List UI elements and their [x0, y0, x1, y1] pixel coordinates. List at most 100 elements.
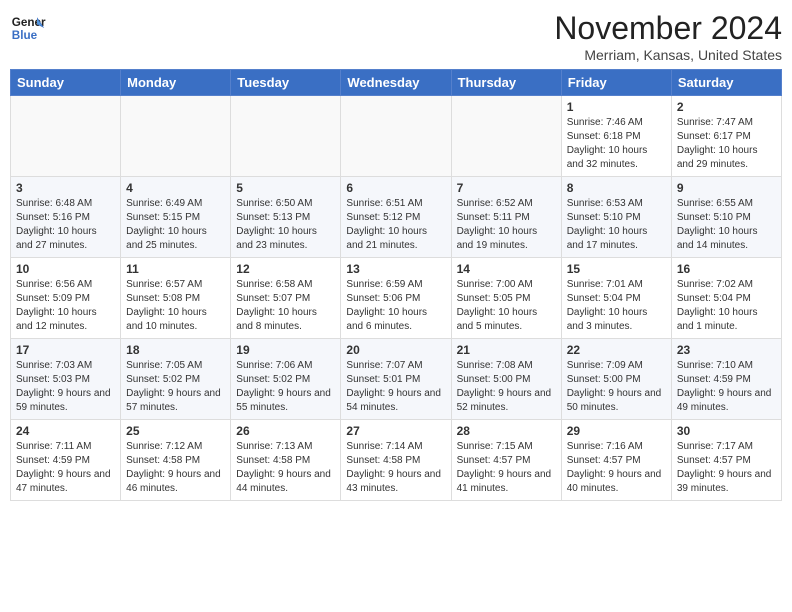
day-cell: 3 Sunrise: 6:48 AM Sunset: 5:16 PM Daylig…	[11, 177, 121, 258]
day-number: 9	[677, 181, 776, 195]
day-info: Sunrise: 7:12 AM Sunset: 4:58 PM Dayligh…	[126, 440, 225, 496]
day-number: 11	[126, 262, 225, 276]
day-number: 20	[346, 343, 445, 357]
day-info: Sunrise: 7:09 AM Sunset: 5:00 PM Dayligh…	[567, 359, 666, 415]
day-number: 23	[677, 343, 776, 357]
week-row-2: 3 Sunrise: 6:48 AM Sunset: 5:16 PM Daylig…	[11, 177, 782, 258]
page-header: General Blue November 2024 Merriam, Kans…	[10, 10, 782, 63]
day-number: 30	[677, 424, 776, 438]
day-info: Sunrise: 7:11 AM Sunset: 4:59 PM Dayligh…	[16, 440, 115, 496]
day-number: 19	[236, 343, 335, 357]
day-number: 27	[346, 424, 445, 438]
day-info: Sunrise: 7:07 AM Sunset: 5:01 PM Dayligh…	[346, 359, 445, 415]
day-cell: 10Sunrise: 6:56 AM Sunset: 5:09 PM Dayli…	[11, 258, 121, 339]
day-info: Sunrise: 7:15 AM Sunset: 4:57 PM Dayligh…	[457, 440, 556, 496]
calendar-body: 1Sunrise: 7:46 AM Sunset: 6:18 PM Daylig…	[11, 96, 782, 501]
day-info: Sunrise: 6:58 AM Sunset: 5:07 PM Dayligh…	[236, 278, 335, 334]
day-cell: 26 Sunrise: 7:13 AM Sunset: 4:58 PM Dayli…	[231, 420, 341, 501]
day-cell: 17Sunrise: 7:03 AM Sunset: 5:03 PM Dayli…	[11, 339, 121, 420]
day-info: Sunrise: 6:59 AM Sunset: 5:06 PM Dayligh…	[346, 278, 445, 334]
day-cell: 30Sunrise: 7:17 AM Sunset: 4:57 PM Dayli…	[671, 420, 781, 501]
day-number: 22	[567, 343, 666, 357]
weekday-header-monday: Monday	[121, 70, 231, 96]
weekday-header-friday: Friday	[561, 70, 671, 96]
day-number: 3	[16, 181, 115, 195]
location: Merriam, Kansas, United States	[554, 47, 782, 63]
day-info: Sunrise: 6:50 AM Sunset: 5:13 PM Dayligh…	[236, 197, 335, 253]
day-info: Sunrise: 7:16 AM Sunset: 4:57 PM Dayligh…	[567, 440, 666, 496]
day-cell: 15 Sunrise: 7:01 AM Sunset: 5:04 PM Dayli…	[561, 258, 671, 339]
day-info: Sunrise: 7:02 AM Sunset: 5:04 PM Dayligh…	[677, 278, 776, 334]
day-info: Sunrise: 7:14 AM Sunset: 4:58 PM Dayligh…	[346, 440, 445, 496]
logo: General Blue	[10, 10, 46, 46]
week-row-5: 24 Sunrise: 7:11 AM Sunset: 4:59 PM Dayli…	[11, 420, 782, 501]
day-cell: 23 Sunrise: 7:10 AM Sunset: 4:59 PM Dayli…	[671, 339, 781, 420]
month-title: November 2024	[554, 10, 782, 47]
day-cell: 28 Sunrise: 7:15 AM Sunset: 4:57 PM Dayli…	[451, 420, 561, 501]
day-info: Sunrise: 6:57 AM Sunset: 5:08 PM Dayligh…	[126, 278, 225, 334]
weekday-header-wednesday: Wednesday	[341, 70, 451, 96]
day-cell: 25 Sunrise: 7:12 AM Sunset: 4:58 PM Dayli…	[121, 420, 231, 501]
svg-text:General: General	[12, 16, 46, 29]
day-number: 13	[346, 262, 445, 276]
day-cell: 20 Sunrise: 7:07 AM Sunset: 5:01 PM Dayli…	[341, 339, 451, 420]
day-cell: 7Sunrise: 6:52 AM Sunset: 5:11 PM Daylig…	[451, 177, 561, 258]
day-cell: 21 Sunrise: 7:08 AM Sunset: 5:00 PM Dayli…	[451, 339, 561, 420]
day-info: Sunrise: 7:13 AM Sunset: 4:58 PM Dayligh…	[236, 440, 335, 496]
day-cell: 22 Sunrise: 7:09 AM Sunset: 5:00 PM Dayli…	[561, 339, 671, 420]
day-info: Sunrise: 6:56 AM Sunset: 5:09 PM Dayligh…	[16, 278, 115, 334]
day-cell: 29Sunrise: 7:16 AM Sunset: 4:57 PM Dayli…	[561, 420, 671, 501]
day-number: 7	[457, 181, 556, 195]
day-cell: 11 Sunrise: 6:57 AM Sunset: 5:08 PM Dayli…	[121, 258, 231, 339]
day-info: Sunrise: 6:53 AM Sunset: 5:10 PM Dayligh…	[567, 197, 666, 253]
day-info: Sunrise: 7:01 AM Sunset: 5:04 PM Dayligh…	[567, 278, 666, 334]
day-cell: 6Sunrise: 6:51 AM Sunset: 5:12 PM Daylig…	[341, 177, 451, 258]
calendar: SundayMondayTuesdayWednesdayThursdayFrid…	[10, 69, 782, 501]
day-cell: 5 Sunrise: 6:50 AM Sunset: 5:13 PM Daylig…	[231, 177, 341, 258]
day-info: Sunrise: 6:51 AM Sunset: 5:12 PM Dayligh…	[346, 197, 445, 253]
day-number: 21	[457, 343, 556, 357]
day-number: 16	[677, 262, 776, 276]
day-number: 4	[126, 181, 225, 195]
weekday-header-tuesday: Tuesday	[231, 70, 341, 96]
day-number: 26	[236, 424, 335, 438]
weekday-header-saturday: Saturday	[671, 70, 781, 96]
day-info: Sunrise: 7:08 AM Sunset: 5:00 PM Dayligh…	[457, 359, 556, 415]
svg-text:Blue: Blue	[12, 29, 38, 42]
day-number: 8	[567, 181, 666, 195]
day-number: 25	[126, 424, 225, 438]
day-cell: 24 Sunrise: 7:11 AM Sunset: 4:59 PM Dayli…	[11, 420, 121, 501]
day-cell: 4 Sunrise: 6:49 AM Sunset: 5:15 PM Daylig…	[121, 177, 231, 258]
day-number: 14	[457, 262, 556, 276]
day-cell: 18Sunrise: 7:05 AM Sunset: 5:02 PM Dayli…	[121, 339, 231, 420]
day-cell: 16 Sunrise: 7:02 AM Sunset: 5:04 PM Dayli…	[671, 258, 781, 339]
day-number: 1	[567, 100, 666, 114]
day-number: 24	[16, 424, 115, 438]
day-info: Sunrise: 7:00 AM Sunset: 5:05 PM Dayligh…	[457, 278, 556, 334]
day-cell: 12 Sunrise: 6:58 AM Sunset: 5:07 PM Dayli…	[231, 258, 341, 339]
day-number: 2	[677, 100, 776, 114]
day-number: 12	[236, 262, 335, 276]
day-number: 15	[567, 262, 666, 276]
title-block: November 2024 Merriam, Kansas, United St…	[554, 10, 782, 63]
day-info: Sunrise: 7:10 AM Sunset: 4:59 PM Dayligh…	[677, 359, 776, 415]
day-info: Sunrise: 7:05 AM Sunset: 5:02 PM Dayligh…	[126, 359, 225, 415]
day-cell: 14 Sunrise: 7:00 AM Sunset: 5:05 PM Dayli…	[451, 258, 561, 339]
day-cell: 1Sunrise: 7:46 AM Sunset: 6:18 PM Daylig…	[561, 96, 671, 177]
day-cell: 27 Sunrise: 7:14 AM Sunset: 4:58 PM Dayli…	[341, 420, 451, 501]
day-info: Sunrise: 6:55 AM Sunset: 5:10 PM Dayligh…	[677, 197, 776, 253]
weekday-header-thursday: Thursday	[451, 70, 561, 96]
day-cell	[451, 96, 561, 177]
day-cell: 19 Sunrise: 7:06 AM Sunset: 5:02 PM Dayli…	[231, 339, 341, 420]
day-number: 5	[236, 181, 335, 195]
day-info: Sunrise: 6:49 AM Sunset: 5:15 PM Dayligh…	[126, 197, 225, 253]
day-cell: 13 Sunrise: 6:59 AM Sunset: 5:06 PM Dayli…	[341, 258, 451, 339]
day-cell	[231, 96, 341, 177]
day-info: Sunrise: 7:06 AM Sunset: 5:02 PM Dayligh…	[236, 359, 335, 415]
weekday-header-row: SundayMondayTuesdayWednesdayThursdayFrid…	[11, 70, 782, 96]
week-row-3: 10Sunrise: 6:56 AM Sunset: 5:09 PM Dayli…	[11, 258, 782, 339]
day-number: 28	[457, 424, 556, 438]
day-info: Sunrise: 6:48 AM Sunset: 5:16 PM Dayligh…	[16, 197, 115, 253]
logo-icon: General Blue	[10, 10, 46, 46]
day-cell: 9 Sunrise: 6:55 AM Sunset: 5:10 PM Daylig…	[671, 177, 781, 258]
